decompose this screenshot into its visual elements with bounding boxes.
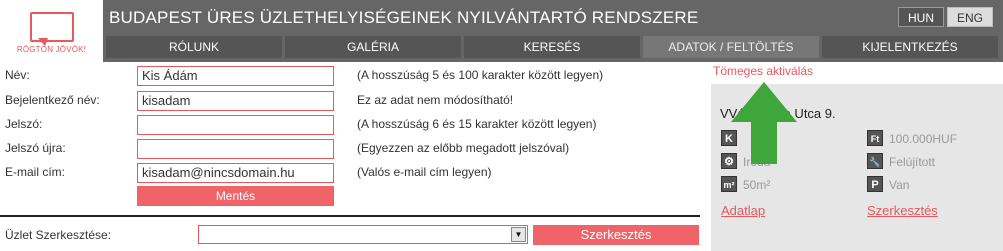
password-hint: (A hosszúság 6 és 15 karakter között leg… [357, 117, 597, 131]
username-input[interactable]: kisadam [137, 91, 334, 111]
password-again-input[interactable] [137, 139, 334, 159]
page: RÖGTÖN JÖVÖK! BUDAPEST ÜRES ÜZLETHELYISÉ… [0, 0, 1003, 251]
logo[interactable]: RÖGTÖN JÖVÖK! [0, 0, 103, 62]
nav-item-galeria[interactable]: GALÉRIA [285, 36, 461, 58]
username-label: Bejelentkező név: [5, 93, 100, 107]
speech-bubble-icon [30, 12, 74, 42]
nav-item-kereses[interactable]: KERESÉS [464, 36, 640, 58]
email-input[interactable]: kisadam@nincsdomain.hu [137, 163, 334, 183]
main-nav: RÓLUNK GALÉRIA KERESÉS ADATOK / FELTÖLTÉ… [103, 36, 1003, 58]
email-label: E-mail cím: [5, 165, 65, 179]
save-button[interactable]: Mentés [137, 186, 334, 206]
parking-text: Van [889, 178, 910, 192]
username-hint: Ez az adat nem módosítható! [357, 93, 514, 107]
panel-edit-link[interactable]: Szerkesztés [867, 203, 938, 218]
shop-select[interactable]: ▼ [198, 225, 528, 244]
password-label: Jelszó: [5, 117, 43, 131]
nav-item-rolunk[interactable]: RÓLUNK [106, 36, 282, 58]
mass-activate-link[interactable]: Tömeges aktiválás [713, 64, 813, 78]
area-text: 50m² [743, 178, 771, 192]
shop-edit-label: Üzlet Szerkesztése: [5, 228, 112, 242]
site-title: BUDAPEST ÜRES ÜZLETHELYISÉGEINEK NYILVÁN… [109, 8, 699, 27]
divider [0, 215, 700, 217]
price-icon: Ft [867, 130, 883, 146]
chevron-down-icon[interactable]: ▼ [511, 227, 526, 242]
green-up-arrow-icon [731, 82, 797, 164]
password-again-label: Jelszó újra: [5, 141, 66, 155]
datasheet-link[interactable]: Adatlap [721, 203, 765, 218]
email-hint: (Valós e-mail cím legyen) [357, 165, 492, 179]
area-icon: m² [721, 176, 737, 192]
password-input[interactable] [137, 115, 334, 135]
password-again-hint: (Egyezzen az előbb megadott jelszóval) [357, 141, 570, 155]
lang-hun-button[interactable]: HUN [898, 7, 944, 27]
condition-text: Felújított [889, 155, 936, 169]
lang-eng-button[interactable]: ENG [947, 7, 993, 27]
name-input[interactable]: Kis Ádám [137, 66, 334, 86]
parking-icon: P [867, 176, 883, 192]
price-text: 100.000HUF [889, 132, 958, 146]
nav-item-adatok-feltoltes[interactable]: ADATOK / FELTÖLTÉS [643, 36, 819, 58]
nav-item-kijelentkezes[interactable]: KIJELENTKEZÉS [822, 36, 998, 58]
name-hint: (A hosszúság 5 és 100 karakter között le… [357, 68, 604, 82]
name-label: Név: [5, 68, 30, 82]
logo-text: RÖGTÖN JÖVÖK! [16, 45, 87, 54]
wrench-icon: 🔧 [867, 153, 883, 169]
shop-edit-button[interactable]: Szerkesztés [533, 225, 699, 245]
